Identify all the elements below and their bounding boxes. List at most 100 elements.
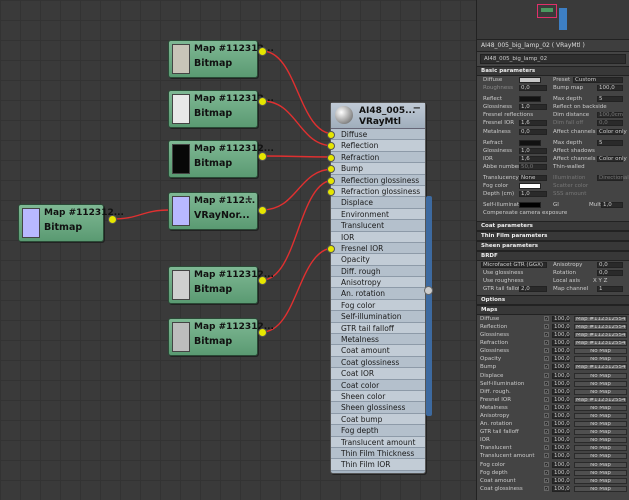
map-enable-checkbox[interactable]: ✓ (544, 445, 549, 451)
material-slot[interactable]: Diff. rough (331, 265, 425, 278)
options-rollout[interactable]: Options (477, 294, 629, 305)
material-slot[interactable]: Opacity (331, 254, 425, 266)
material-slot[interactable]: Environment (331, 208, 425, 221)
material-slot[interactable]: Sheen color (331, 390, 425, 403)
map-button[interactable]: No Map (574, 453, 627, 460)
map-amount-field[interactable]: 100,0 (552, 485, 570, 492)
map-button[interactable]: No Map (574, 429, 627, 436)
bitmap-node-1[interactable]: Map #112312... Bitmap (168, 40, 274, 78)
map-button[interactable]: No Map (574, 348, 627, 355)
bitmap-node-2[interactable]: Map #112312... Bitmap (168, 90, 274, 128)
map-enable-checkbox[interactable]: ✓ (544, 485, 549, 491)
input-socket[interactable] (327, 176, 335, 185)
material-slot[interactable]: Reflection (327, 140, 425, 152)
map-enable-checkbox[interactable]: ✓ (544, 421, 549, 427)
map-enable-checkbox[interactable]: ✓ (544, 396, 549, 402)
map-amount-field[interactable]: 100,0 (552, 437, 570, 444)
output-socket[interactable] (258, 97, 267, 106)
material-slot[interactable]: Thin Film Thickness (331, 447, 425, 460)
map-enable-checkbox[interactable]: ✓ (544, 404, 549, 410)
expand-icon[interactable]: + (245, 194, 253, 205)
map-button[interactable]: No Map (574, 356, 627, 363)
map-button[interactable]: No Map (574, 380, 627, 387)
map-button[interactable]: No Map (574, 445, 627, 452)
material-slot[interactable]: GTR tail falloff (331, 322, 425, 335)
map-button[interactable]: Map #1123125543 (... (574, 340, 627, 347)
material-slot[interactable]: Displace (331, 197, 425, 209)
map-button[interactable]: No Map (574, 437, 627, 444)
material-slot[interactable]: Coat bump (331, 413, 425, 426)
map-button[interactable]: No Map (574, 461, 627, 468)
map-amount-field[interactable]: 100,0 (552, 315, 570, 322)
map-button[interactable]: No Map (574, 388, 627, 395)
basic-parameters-rollout[interactable]: Basic parameters (477, 66, 629, 76)
material-output-socket[interactable] (424, 286, 433, 295)
bitmap-node-6[interactable]: Map #112312... Bitmap (168, 318, 274, 356)
map-amount-field[interactable]: 100,0 (552, 453, 570, 460)
maps-rollout[interactable]: Maps (477, 304, 629, 315)
map-amount-field[interactable]: 100,0 (552, 323, 570, 330)
map-enable-checkbox[interactable]: ✓ (544, 413, 549, 418)
collapse-icon[interactable]: − (413, 103, 421, 114)
map-amount-field[interactable]: 100,0 (552, 477, 570, 484)
map-button[interactable]: No Map (574, 421, 627, 428)
map-button[interactable]: No Map (574, 404, 627, 411)
material-name-field[interactable]: AI48_005_big_lamp_02 (480, 54, 626, 64)
material-slot[interactable]: An. rotation (331, 288, 425, 300)
input-socket[interactable] (327, 131, 335, 139)
material-slot[interactable]: IOR (331, 231, 425, 243)
map-enable-checkbox[interactable]: ✓ (544, 332, 549, 338)
map-button[interactable]: Map #1123125546 ... (574, 364, 627, 371)
map-enable-checkbox[interactable]: ✓ (544, 356, 549, 362)
material-slot[interactable]: Coat glossiness (331, 356, 425, 369)
map-enable-checkbox[interactable]: ✓ (544, 323, 549, 329)
map-button[interactable]: Map #1123125542 (... (574, 396, 627, 403)
map-enable-checkbox[interactable]: ✓ (544, 453, 549, 459)
map-enable-checkbox[interactable]: ✓ (544, 340, 549, 346)
output-socket[interactable] (258, 206, 267, 215)
material-slot[interactable]: Refraction glossiness (327, 185, 425, 198)
map-enable-checkbox[interactable]: ✓ (544, 380, 549, 386)
material-slot[interactable]: Translucent amount (331, 436, 425, 448)
node-editor-canvas[interactable]: Map #112312... Bitmap Map #112312... Bit… (0, 0, 476, 500)
map-enable-checkbox[interactable]: ✓ (544, 315, 549, 321)
self-illumination-swatch[interactable] (519, 202, 541, 209)
output-socket[interactable] (258, 47, 267, 56)
map-amount-field[interactable]: 100,0 (552, 404, 570, 411)
map-amount-field[interactable]: 100,0 (552, 461, 570, 468)
material-slot[interactable]: Coat amount (331, 345, 425, 357)
map-amount-field[interactable]: 100,0 (552, 445, 570, 452)
map-button[interactable]: Map #1123125545 (... (574, 315, 627, 322)
bitmap-node-4[interactable]: Map #112312... Bitmap (18, 204, 124, 242)
reflect-swatch[interactable] (519, 96, 541, 103)
map-amount-field[interactable]: 100,0 (552, 332, 570, 339)
input-socket[interactable] (327, 142, 335, 151)
map-amount-field[interactable]: 100,0 (552, 372, 570, 379)
node-scroll-bar[interactable] (426, 196, 432, 416)
map-enable-checkbox[interactable]: ✓ (544, 348, 549, 354)
map-amount-field[interactable]: 100,0 (552, 388, 570, 395)
material-slot[interactable]: Anisotropy (331, 277, 425, 289)
input-socket[interactable] (327, 244, 335, 253)
map-enable-checkbox[interactable]: ✓ (544, 437, 549, 443)
diffuse-swatch[interactable] (519, 77, 541, 83)
fog-color-swatch[interactable] (519, 183, 541, 190)
map-button[interactable]: No Map (574, 485, 627, 492)
bitmap-node-5[interactable]: Map #112312... Bitmap (168, 266, 274, 304)
map-amount-field[interactable]: 100,0 (552, 396, 570, 403)
map-amount-field[interactable]: 100,0 (552, 429, 570, 436)
material-slot[interactable]: Translucent (331, 220, 425, 232)
map-enable-checkbox[interactable]: ✓ (544, 372, 549, 378)
material-slot[interactable]: Coat IOR (331, 368, 425, 380)
coat-parameters-rollout[interactable]: Coat parameters (477, 220, 629, 231)
bitmap-node-3[interactable]: Map #112312... Bitmap (168, 140, 274, 178)
map-button[interactable]: Map #1123125544 (... (574, 323, 627, 330)
material-slot[interactable]: Sheen glossiness (331, 402, 425, 414)
material-slot[interactable]: Reflection glossiness (327, 174, 425, 186)
material-slot[interactable]: Metalness (331, 334, 425, 346)
material-slot[interactable]: Fog color (331, 299, 425, 312)
refract-swatch[interactable] (519, 139, 541, 146)
map-amount-field[interactable]: 100,0 (552, 421, 570, 428)
map-enable-checkbox[interactable]: ✓ (544, 388, 549, 394)
output-socket[interactable] (108, 215, 117, 224)
